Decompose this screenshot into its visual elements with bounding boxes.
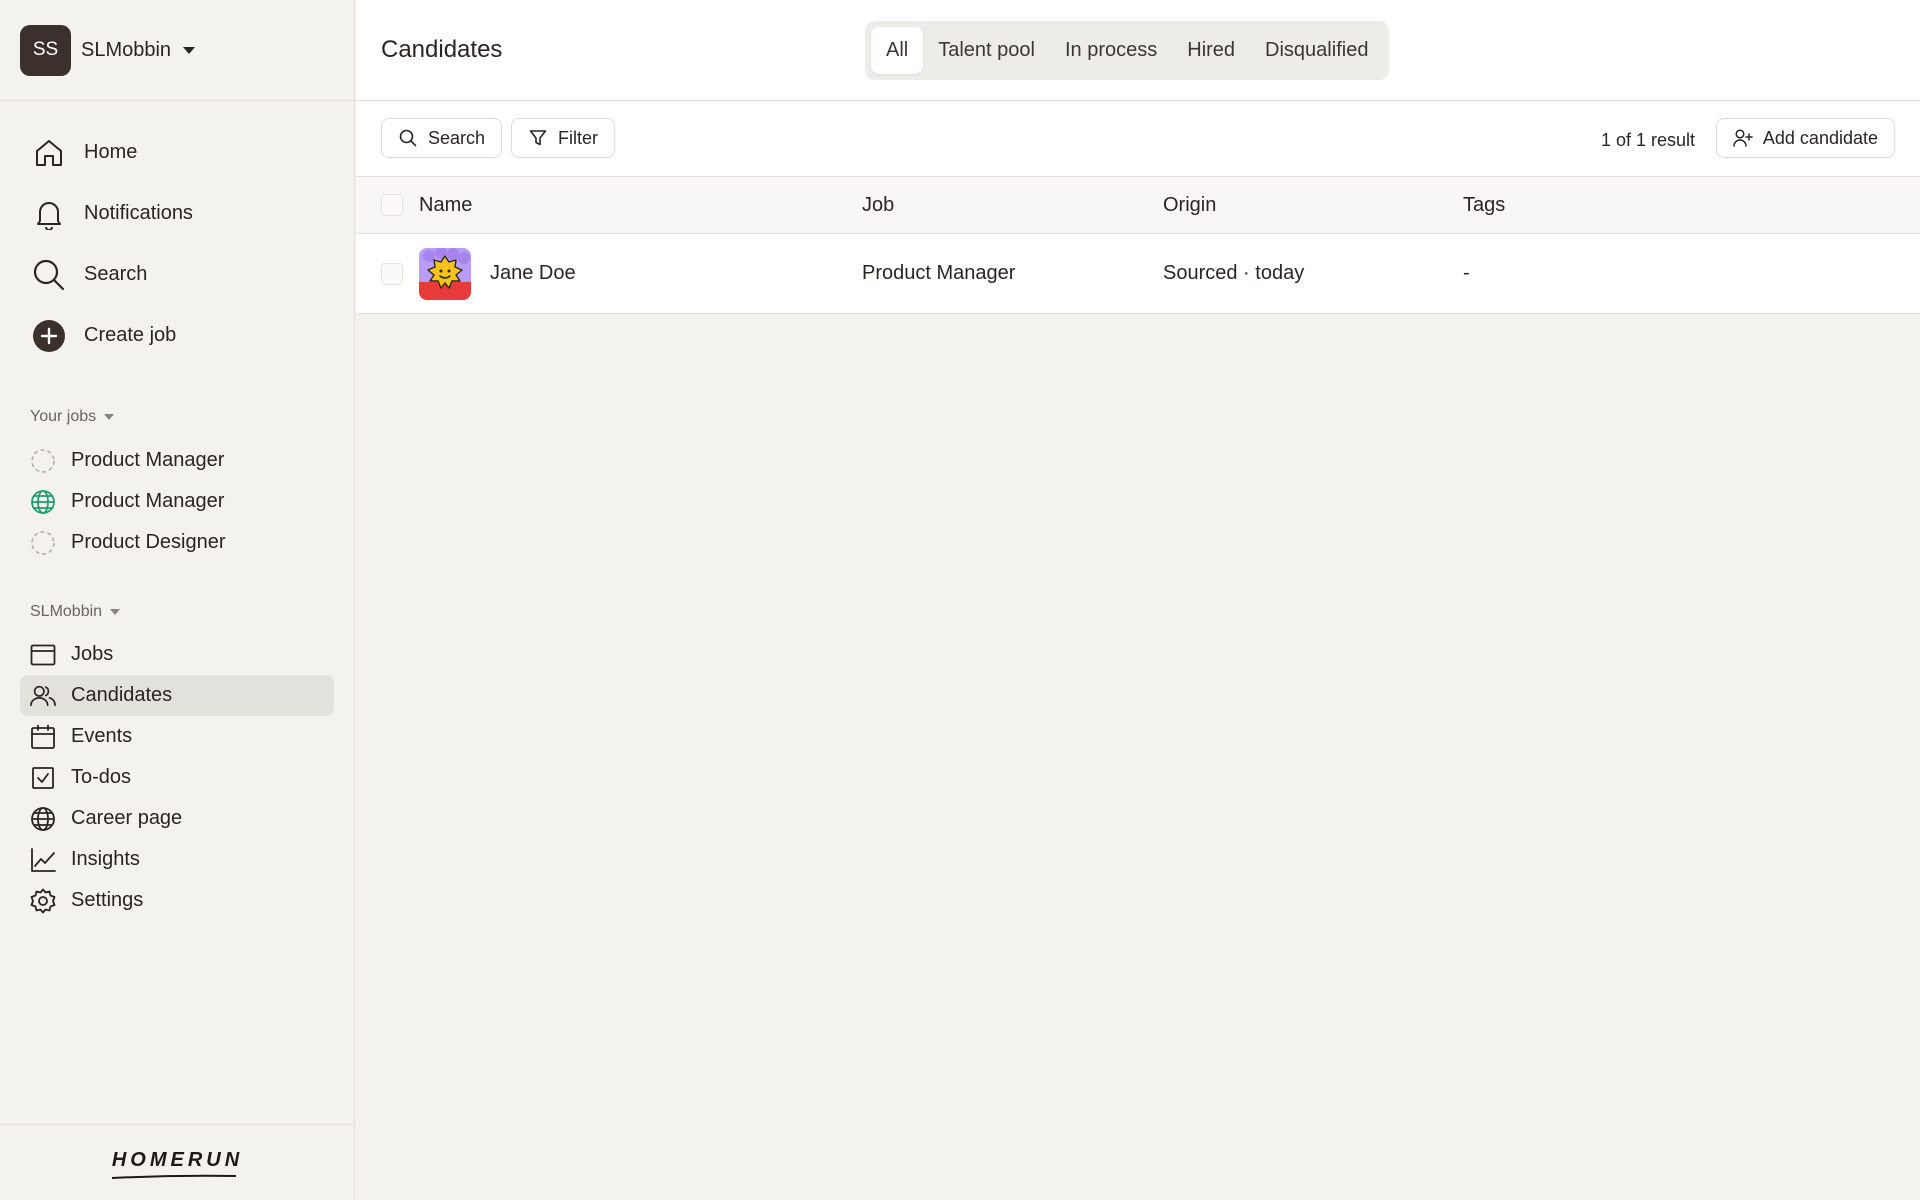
job-item-label: Product Manager — [71, 490, 225, 512]
job-item-product-manager-draft[interactable]: Product Manager — [20, 440, 334, 481]
sidebar-item-label: Candidates — [71, 684, 173, 706]
sidebar-footer: HOMERUN — [0, 1124, 355, 1200]
window-icon — [30, 642, 56, 668]
chevron-down-icon — [183, 46, 196, 54]
calendar-icon — [30, 724, 56, 750]
sidebar-item-settings[interactable]: Settings — [20, 880, 334, 921]
nav-home[interactable]: Home — [20, 122, 334, 183]
sidebar-item-label: Jobs — [71, 643, 114, 665]
column-header-name[interactable]: Name — [419, 194, 472, 217]
plus-circle-icon — [32, 319, 66, 353]
table-header: Name Job Origin Tags — [356, 177, 1920, 234]
filter-button-label: Filter — [558, 127, 598, 148]
tab-talent-pool[interactable]: Talent pool — [923, 27, 1050, 74]
add-user-icon — [1733, 128, 1753, 148]
result-count: 1 of 1 result — [1600, 130, 1695, 150]
dashed-circle-icon — [30, 530, 56, 556]
page-header: Candidates All Talent pool In process Hi… — [356, 0, 1920, 101]
sidebar: SS SLMobbin Home Notifications Search Cr… — [0, 0, 355, 1200]
chevron-down-icon — [110, 609, 121, 615]
workspace-switcher[interactable]: SS SLMobbin — [0, 0, 354, 101]
dashed-circle-icon — [30, 448, 56, 474]
tab-all[interactable]: All — [871, 27, 924, 74]
table-row[interactable]: Jane Doe Product Manager Sourced · today… — [356, 234, 1920, 314]
sidebar-item-label: Insights — [71, 848, 140, 870]
job-item-label: Product Designer — [71, 531, 226, 553]
tab-hired[interactable]: Hired — [1172, 27, 1250, 74]
workspace-name: SLMobbin — [81, 38, 172, 61]
nav-notifications[interactable]: Notifications — [20, 183, 334, 244]
your-jobs-title: Your jobs — [30, 408, 97, 425]
filter-icon — [528, 128, 548, 148]
chart-line-icon — [30, 847, 56, 873]
add-candidate-label: Add candidate — [1762, 127, 1878, 148]
globe-icon — [30, 806, 56, 832]
nav-search[interactable]: Search — [20, 244, 334, 305]
page-title: Candidates — [381, 36, 503, 63]
search-icon — [398, 128, 418, 148]
workspace-avatar: SS — [20, 24, 71, 76]
sidebar-item-career-page[interactable]: Career page — [20, 798, 334, 839]
home-icon — [32, 136, 66, 170]
search-button[interactable]: Search — [381, 118, 503, 158]
candidate-name[interactable]: Jane Doe — [490, 262, 576, 285]
column-header-origin[interactable]: Origin — [1163, 194, 1216, 217]
org-section-title: SLMobbin — [30, 603, 103, 620]
nav-home-label: Home — [84, 141, 138, 163]
chevron-down-icon — [104, 414, 115, 420]
column-header-job[interactable]: Job — [862, 194, 894, 217]
org-nav: Jobs Candidates Events To-dos Career pag… — [20, 634, 334, 921]
select-all-checkbox[interactable] — [381, 194, 403, 216]
logo-underline — [111, 1174, 236, 1179]
job-item-product-manager-published[interactable]: Product Manager — [20, 481, 334, 522]
sidebar-item-label: Settings — [71, 889, 144, 911]
row-checkbox[interactable] — [381, 263, 403, 285]
nav-search-label: Search — [84, 263, 148, 285]
sidebar-item-todos[interactable]: To-dos — [20, 757, 334, 798]
sidebar-item-label: Events — [71, 725, 133, 747]
sidebar-item-events[interactable]: Events — [20, 716, 334, 757]
homerun-logo: HOMERUN — [111, 1149, 244, 1179]
candidate-origin: Sourced · today — [1163, 262, 1305, 284]
sidebar-item-candidates[interactable]: Candidates — [20, 675, 334, 716]
gear-icon — [30, 888, 56, 914]
toolbar: Search Filter 1 of 1 result Add candidat… — [356, 101, 1920, 177]
checkbox-icon — [30, 765, 56, 791]
candidate-job: Product Manager — [862, 262, 1016, 284]
search-icon — [32, 258, 66, 292]
nav-create-job[interactable]: Create job — [20, 305, 334, 366]
nav-create-job-label: Create job — [84, 324, 177, 346]
main-nav: Home Notifications Search Create job — [20, 122, 334, 366]
sidebar-item-jobs[interactable]: Jobs — [20, 634, 334, 675]
add-candidate-button[interactable]: Add candidate — [1715, 118, 1895, 158]
your-jobs-list: Product Manager Product Manager Product … — [20, 440, 334, 563]
org-section-toggle[interactable]: SLMobbin — [30, 603, 121, 621]
job-item-label: Product Manager — [71, 449, 225, 471]
tab-in-process[interactable]: In process — [1050, 27, 1172, 74]
sidebar-item-insights[interactable]: Insights — [20, 839, 334, 880]
tab-disqualified[interactable]: Disqualified — [1250, 27, 1383, 74]
candidate-tabs: All Talent pool In process Hired Disqual… — [865, 21, 1390, 80]
column-header-tags[interactable]: Tags — [1463, 194, 1505, 217]
filter-button[interactable]: Filter — [511, 118, 615, 158]
job-item-product-designer[interactable]: Product Designer — [20, 522, 334, 563]
candidate-tags: - — [1463, 262, 1470, 284]
nav-notifications-label: Notifications — [84, 202, 193, 224]
avatar — [419, 248, 471, 300]
main-content: Candidates All Talent pool In process Hi… — [356, 0, 1920, 1200]
users-icon — [30, 683, 56, 709]
sidebar-item-label: To-dos — [71, 766, 132, 788]
sidebar-item-label: Career page — [71, 807, 183, 829]
logo-text: HOMERUN — [111, 1149, 244, 1171]
search-button-label: Search — [428, 127, 486, 148]
your-jobs-toggle[interactable]: Your jobs — [30, 408, 115, 426]
globe-icon — [30, 489, 56, 515]
bell-icon — [32, 197, 66, 231]
